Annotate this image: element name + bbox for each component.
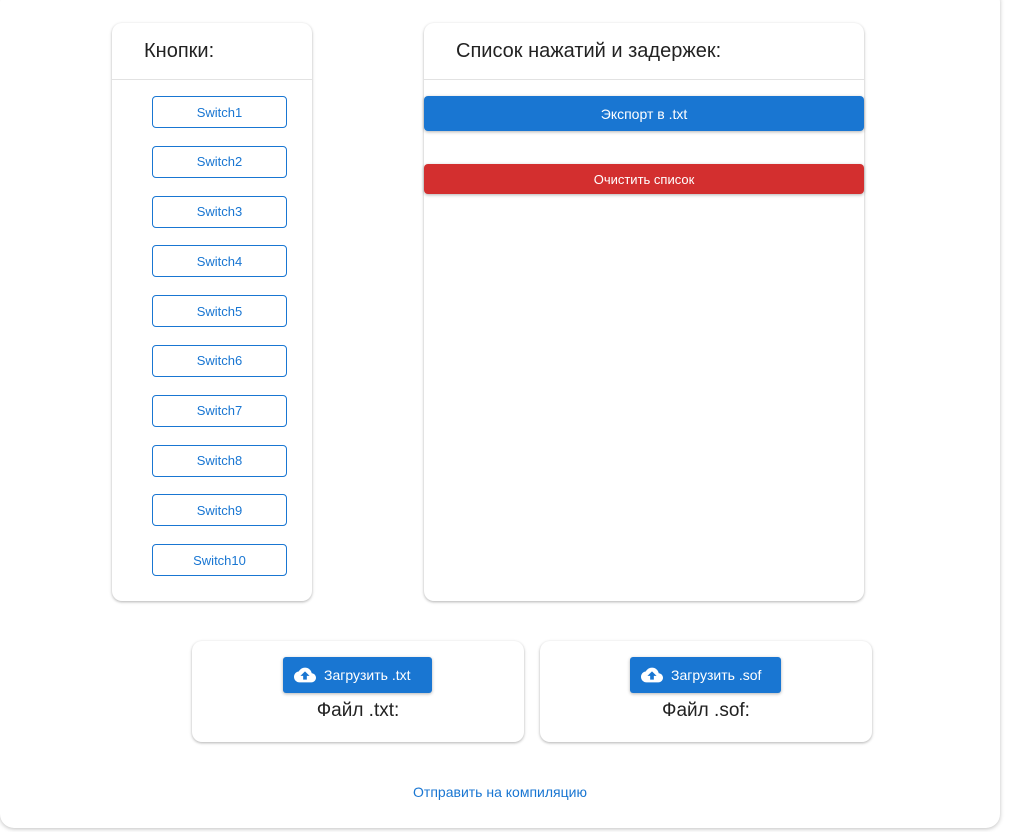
switch-9-button[interactable]: Switch9 (152, 494, 287, 527)
buttons-panel: Кнопки: Switch1 Switch2 Switch3 Switch4 … (112, 23, 312, 601)
txt-file-label: Файл .txt: (316, 700, 400, 721)
switch-10-button[interactable]: Switch10 (152, 544, 287, 577)
press-log-title: Список нажатий и задержек: (424, 23, 864, 80)
switch-4-button[interactable]: Switch4 (152, 245, 287, 278)
switch-5-button[interactable]: Switch5 (152, 295, 287, 328)
upload-txt-button[interactable]: Загрузить .txt (283, 657, 432, 693)
send-to-compile-link[interactable]: Отправить на компиляцию (0, 784, 1000, 800)
cloud-upload-icon (294, 667, 316, 683)
clear-list-button[interactable]: Очистить список (424, 164, 864, 194)
upload-sof-button[interactable]: Загрузить .sof (630, 657, 781, 693)
switch-7-button[interactable]: Switch7 (152, 394, 287, 427)
export-txt-button[interactable]: Экспорт в .txt (424, 96, 864, 131)
press-log-panel: Список нажатий и задержек: Экспорт в .tx… (424, 23, 864, 601)
upload-txt-label: Загрузить .txt (324, 667, 411, 683)
switch-6-button[interactable]: Switch6 (152, 344, 287, 377)
switch-list: Switch1 Switch2 Switch3 Switch4 Switch5 … (152, 96, 287, 594)
upload-sof-label: Загрузить .sof (671, 667, 762, 683)
sof-file-label: Файл .sof: (662, 700, 750, 721)
cloud-upload-icon (641, 667, 663, 683)
upload-sof-panel: Загрузить .sof Файл .sof: (540, 641, 872, 742)
switch-3-button[interactable]: Switch3 (152, 195, 287, 228)
upload-txt-panel: Загрузить .txt Файл .txt: (192, 641, 524, 742)
switch-2-button[interactable]: Switch2 (152, 145, 287, 178)
buttons-panel-title: Кнопки: (112, 23, 312, 80)
switch-1-button[interactable]: Switch1 (152, 96, 287, 128)
switch-8-button[interactable]: Switch8 (152, 444, 287, 477)
